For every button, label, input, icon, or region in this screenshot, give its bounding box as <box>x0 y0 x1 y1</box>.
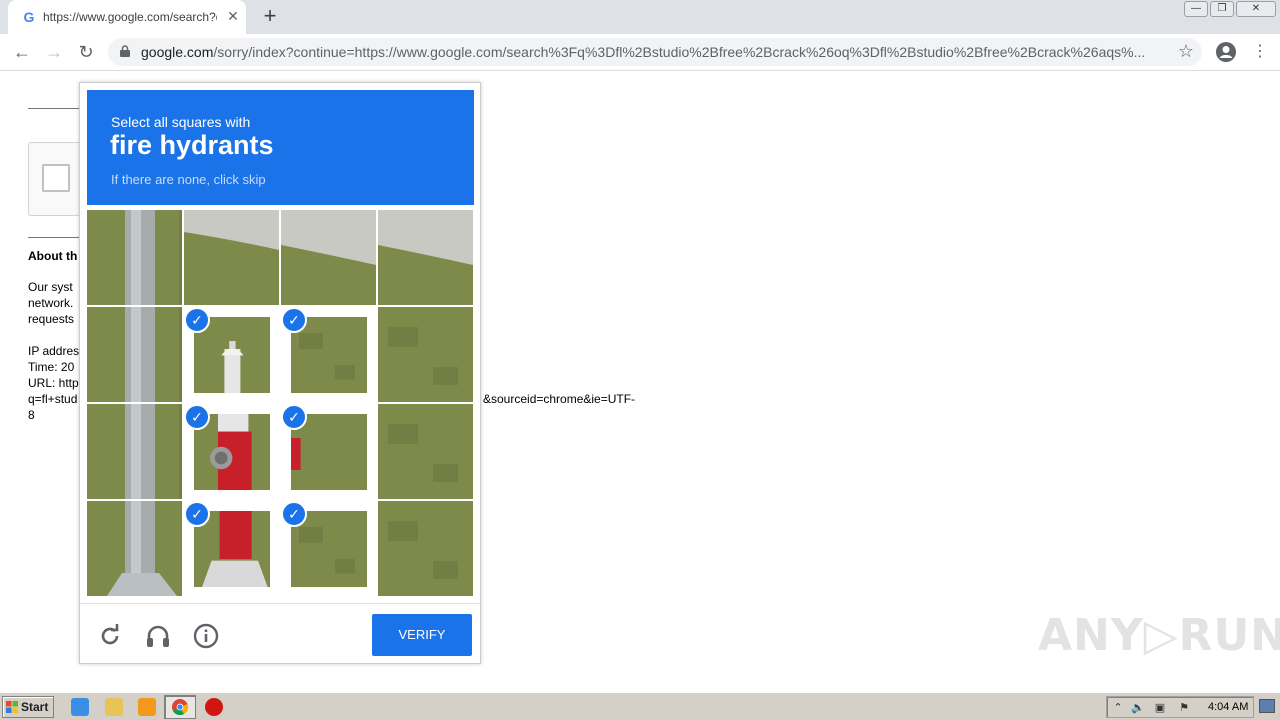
grid-tile[interactable] <box>87 210 182 305</box>
grid-tile[interactable]: ✓ <box>184 501 279 596</box>
para-line-2: network. <box>28 296 74 310</box>
media-player-icon[interactable] <box>138 698 156 716</box>
top-divider <box>28 108 80 109</box>
stop-app-icon[interactable] <box>205 698 223 716</box>
volume-icon[interactable]: 🔈 <box>1131 701 1145 715</box>
tile-image <box>87 501 182 596</box>
grid-tile[interactable] <box>378 404 473 499</box>
selected-check-icon: ✓ <box>184 404 210 430</box>
taskbar: Start ⌃ 🔈 ▣ ⚑ 4:04 AM <box>0 692 1280 720</box>
minimize-button[interactable]: — <box>1184 1 1208 17</box>
grid-tile[interactable]: ✓ <box>184 307 279 402</box>
url-text: google.com/sorry/index?continue=https://… <box>141 44 1161 60</box>
tab-close-icon[interactable]: ✕ <box>225 8 241 24</box>
profile-avatar-icon[interactable] <box>1215 41 1237 63</box>
tile-image <box>281 210 376 305</box>
internet-explorer-icon[interactable] <box>71 698 89 716</box>
tile-image <box>184 210 279 305</box>
url-line-2: q=fl+stud <box>28 392 78 406</box>
chrome-menu-icon[interactable]: ⋮ <box>1248 40 1272 64</box>
grid-tile[interactable]: ✓ <box>184 404 279 499</box>
chrome-icon <box>172 699 188 715</box>
browser-toolbar: ← → ↻ google.com/sorry/index?continue=ht… <box>0 34 1280 71</box>
forward-icon[interactable]: → <box>42 40 66 64</box>
image-grid: ✓ ✓ ✓ ✓ ✓ ✓ <box>87 210 474 597</box>
grid-tile[interactable]: ✓ <box>281 404 376 499</box>
about-heading: About th <box>28 249 78 263</box>
selected-check-icon: ✓ <box>184 501 210 527</box>
verify-button[interactable]: VERIFY <box>372 614 472 656</box>
para-line-1: Our syst <box>28 280 73 294</box>
grid-tile[interactable] <box>87 307 182 402</box>
screen: G https://www.google.com/search?q= ✕ + —… <box>0 0 1280 720</box>
tile-image <box>378 501 473 596</box>
tile-image <box>87 210 182 305</box>
skip-hint: If there are none, click skip <box>111 172 266 187</box>
show-desktop-button[interactable] <box>1259 699 1275 713</box>
grid-tile[interactable] <box>378 307 473 402</box>
instruction-text: Select all squares with <box>111 114 251 130</box>
tile-image <box>87 307 182 402</box>
browser-tab[interactable]: G https://www.google.com/search?q= ✕ <box>8 0 246 34</box>
para-line-3: requests <box>28 312 75 326</box>
clock[interactable]: 4:04 AM <box>1208 701 1248 713</box>
recaptcha-checkbox[interactable] <box>42 164 70 192</box>
grid-tile[interactable] <box>281 210 376 305</box>
tile-image <box>378 404 473 499</box>
grid-tile[interactable]: ✓ <box>281 307 376 402</box>
action-center-flag-icon[interactable]: ⚑ <box>1177 701 1191 715</box>
grid-tile[interactable]: ✓ <box>281 501 376 596</box>
captcha-challenge: Select all squares with fire hydrants If… <box>79 82 481 664</box>
info-icon[interactable] <box>192 622 220 650</box>
selected-check-icon: ✓ <box>184 307 210 333</box>
windows-logo-icon <box>6 701 18 713</box>
bookmark-star-icon[interactable]: ☆ <box>1178 41 1194 62</box>
network-icon[interactable]: ▣ <box>1153 701 1167 715</box>
url-path: /sorry/index?continue=https://www.google… <box>213 44 1146 60</box>
new-tab-button[interactable]: + <box>258 5 282 29</box>
url-host: google.com <box>141 44 214 60</box>
captcha-footer: VERIFY <box>80 603 480 663</box>
file-explorer-icon[interactable] <box>105 698 123 716</box>
target-object: fire hydrants <box>110 130 274 160</box>
grid-tile[interactable] <box>87 404 182 499</box>
restore-button[interactable]: ❐ <box>1210 1 1234 17</box>
reload-challenge-icon[interactable] <box>96 622 124 650</box>
tray-expand-icon[interactable]: ⌃ <box>1111 701 1125 715</box>
tab-strip: G https://www.google.com/search?q= ✕ + —… <box>0 0 1280 34</box>
chrome-taskbar-button[interactable] <box>164 695 196 719</box>
grid-tile[interactable] <box>184 210 279 305</box>
mid-divider <box>28 237 80 238</box>
close-window-button[interactable]: ✕ <box>1236 1 1276 17</box>
selected-check-icon: ✓ <box>281 404 307 430</box>
captcha-header: Select all squares with fire hydrants If… <box>87 90 474 205</box>
address-bar[interactable]: google.com/sorry/index?continue=https://… <box>108 38 1202 66</box>
back-icon[interactable]: ← <box>10 40 34 64</box>
lock-icon <box>120 45 130 57</box>
url-line: URL: http <box>28 376 79 390</box>
url-line-3: 8 <box>28 408 35 422</box>
grid-tile[interactable] <box>378 501 473 596</box>
anyrun-watermark: ANY▷RUN <box>1038 610 1280 661</box>
selected-check-icon: ✓ <box>281 501 307 527</box>
tab-title: https://www.google.com/search?q= <box>43 10 217 24</box>
tile-image <box>378 210 473 305</box>
start-label: Start <box>21 700 49 714</box>
start-button[interactable]: Start <box>2 696 54 718</box>
grid-tile[interactable] <box>378 210 473 305</box>
google-favicon-icon: G <box>23 9 35 25</box>
selected-check-icon: ✓ <box>281 307 307 333</box>
time-line: Time: 20 <box>28 360 75 374</box>
audio-challenge-icon[interactable] <box>144 622 172 650</box>
tile-image <box>87 404 182 499</box>
ip-address-line: IP addres <box>28 344 80 358</box>
tile-image <box>378 307 473 402</box>
grid-tile[interactable] <box>87 501 182 596</box>
reload-icon[interactable]: ↻ <box>74 40 98 64</box>
url-line-2-tail: &sourceid=chrome&ie=UTF- <box>483 392 636 406</box>
